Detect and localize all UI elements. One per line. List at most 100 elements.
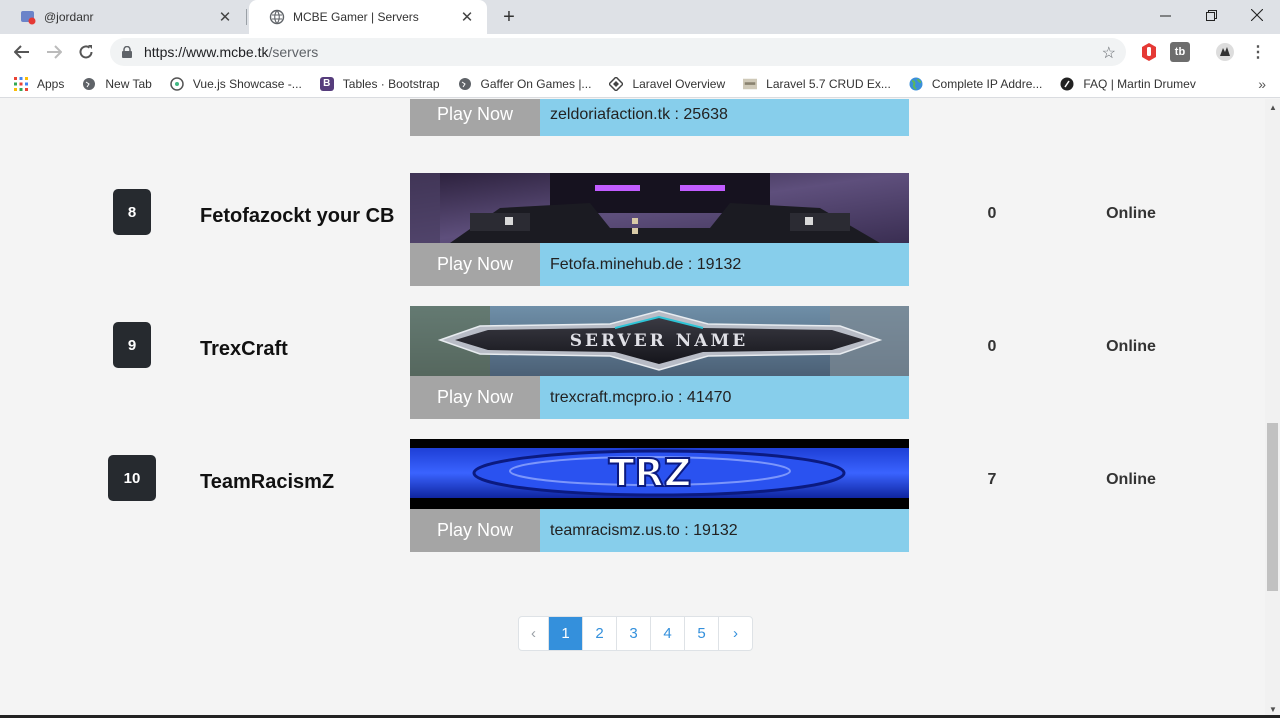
page-content: Play Now zeldoriafaction.tk : 25638 8 Fe… xyxy=(0,99,1265,718)
server-name[interactable]: TeamRacismZ xyxy=(200,471,334,494)
server-banner-block: SERVER NAME Play Now trexcraft.mcpro.io … xyxy=(410,306,909,419)
pagination-page-4[interactable]: 4 xyxy=(650,617,684,650)
globe-icon xyxy=(82,77,96,91)
vue-icon xyxy=(170,76,184,91)
page-scrollbar[interactable]: ▲ ▼ xyxy=(1265,99,1280,718)
earth-icon xyxy=(909,77,923,91)
pagination-prev[interactable]: ‹ xyxy=(519,617,548,650)
tab-close-icon[interactable]: ✕ xyxy=(459,9,475,26)
server-row: Play Now zeldoriafaction.tk : 25638 xyxy=(0,99,1265,136)
tab-title: @jordanr xyxy=(44,10,94,24)
bookmark-label: Laravel 5.7 CRUD Ex... xyxy=(766,76,891,91)
lock-icon xyxy=(122,46,134,58)
tb-extension-icon[interactable]: tb xyxy=(1170,42,1190,62)
close-window-icon[interactable] xyxy=(1234,0,1280,30)
globe-icon xyxy=(458,77,472,91)
server-ip: teamracismz.us.to : 19132 xyxy=(540,509,909,552)
stop-hand-extension-icon[interactable] xyxy=(1139,42,1159,62)
browser-toolbar: https://www.mcbe.tk/servers ☆ tb ⋮ xyxy=(0,34,1280,70)
server-status: Online xyxy=(1106,338,1156,355)
tab-separator xyxy=(246,9,247,25)
play-now-button[interactable]: Play Now xyxy=(410,376,540,419)
reload-icon[interactable] xyxy=(72,38,100,66)
bookmark-faq-martin[interactable]: FAQ | Martin Drumev xyxy=(1060,76,1196,91)
server-status: Online xyxy=(1106,205,1156,222)
new-tab-plus-icon[interactable]: + xyxy=(497,5,521,29)
scroll-down-arrow-icon[interactable]: ▼ xyxy=(1269,705,1277,714)
bookmark-vue-showcase[interactable]: Vue.js Showcase -... xyxy=(170,77,302,91)
bookmark-label: New Tab xyxy=(105,76,152,91)
bookmarks-overflow-chevron-icon[interactable]: » xyxy=(1258,76,1266,92)
pagination-next[interactable]: › xyxy=(718,617,752,650)
server-ip: trexcraft.mcpro.io : 41470 xyxy=(540,376,909,419)
menu-kebab-icon[interactable]: ⋮ xyxy=(1248,42,1268,62)
back-arrow-icon[interactable] xyxy=(8,38,36,66)
player-count: 7 xyxy=(987,471,997,488)
pagination-page-2[interactable]: 2 xyxy=(582,617,616,650)
player-count: 0 xyxy=(987,338,997,355)
bookmark-label: Gaffer On Games |... xyxy=(480,76,592,91)
record-favicon-icon xyxy=(20,9,36,25)
bookmark-gaffer-on-games[interactable]: Gaffer On Games |... xyxy=(458,76,592,91)
server-row: 9 TrexCraft SERVER NAME Play Now trexcra… xyxy=(0,306,1265,419)
play-row: Play Now teamracismz.us.to : 19132 xyxy=(410,509,909,552)
play-now-button[interactable]: Play Now xyxy=(410,99,540,136)
laravel-icon xyxy=(609,76,624,91)
bookmark-label: Apps xyxy=(37,76,65,91)
play-now-button[interactable]: Play Now xyxy=(410,509,540,552)
server-banner-block: Play Now zeldoriafaction.tk : 25638 xyxy=(410,99,909,136)
pagination-page-3[interactable]: 3 xyxy=(616,617,650,650)
minimize-icon[interactable] xyxy=(1142,0,1188,30)
server-row: 10 TeamRacismZ TRZ Play Now teamracismz.… xyxy=(0,439,1265,552)
bootstrap-icon: B xyxy=(319,76,334,91)
server-banner-image[interactable]: TRZ xyxy=(410,439,909,509)
tab-mcbe-servers[interactable]: MCBE Gamer | Servers ✕ xyxy=(249,0,487,34)
server-banner-image[interactable] xyxy=(410,173,909,243)
play-row: Play Now trexcraft.mcpro.io : 41470 xyxy=(410,376,909,419)
forward-arrow-icon[interactable] xyxy=(40,38,68,66)
server-banner-image[interactable]: SERVER NAME xyxy=(410,306,909,376)
site-icon xyxy=(1060,77,1074,91)
pagination: ‹ 1 2 3 4 5 › xyxy=(518,616,753,651)
apps-grid-icon xyxy=(14,76,28,91)
play-now-button[interactable]: Play Now xyxy=(410,243,540,286)
bookmark-label: Tables · Bootstrap xyxy=(342,76,440,91)
bookmark-new-tab[interactable]: New Tab xyxy=(82,76,152,91)
tab-jordanr[interactable]: @jordanr ✕ xyxy=(0,0,245,34)
tab-close-icon[interactable]: ✕ xyxy=(217,9,233,26)
scroll-up-arrow-icon[interactable]: ▲ xyxy=(1269,103,1277,112)
rank-badge: 10 xyxy=(108,455,156,501)
tab-strip: @jordanr ✕ MCBE Gamer | Servers ✕ + xyxy=(0,0,1280,34)
rank-badge: 9 xyxy=(113,322,151,368)
bookmark-label: Complete IP Addre... xyxy=(931,76,1043,91)
server-ip: Fetofa.minehub.de : 19132 xyxy=(540,243,909,286)
banner-text: SERVER NAME xyxy=(570,331,748,351)
server-name[interactable]: Fetofazockt your CB xyxy=(200,205,394,228)
url-host: https://www.mcbe.tk xyxy=(144,44,269,60)
bookmark-label: Laravel Overview xyxy=(632,76,726,91)
bookmark-laravel-crud[interactable]: Laravel 5.7 CRUD Ex... xyxy=(743,77,891,91)
banner-text: TRZ xyxy=(609,451,692,495)
bookmark-label: Vue.js Showcase -... xyxy=(192,76,302,91)
pagination-page-5[interactable]: 5 xyxy=(684,617,718,650)
bookmark-apps[interactable]: Apps xyxy=(14,76,65,91)
bookmark-label: FAQ | Martin Drumev xyxy=(1083,76,1196,91)
profile-avatar-icon[interactable] xyxy=(1215,42,1235,62)
site-icon xyxy=(743,77,758,91)
server-banner-block: TRZ Play Now teamracismz.us.to : 19132 xyxy=(410,439,909,552)
bookmark-complete-ip[interactable]: Complete IP Addre... xyxy=(909,76,1043,91)
bookmark-star-icon[interactable]: ☆ xyxy=(1102,43,1116,63)
pagination-page-1[interactable]: 1 xyxy=(548,617,582,650)
globe-favicon-icon xyxy=(269,9,285,25)
restore-icon[interactable] xyxy=(1188,0,1234,30)
play-row: Play Now zeldoriafaction.tk : 25638 xyxy=(410,99,909,136)
url-path: /servers xyxy=(268,44,319,60)
scrollbar-thumb[interactable] xyxy=(1267,423,1278,591)
server-name[interactable]: TrexCraft xyxy=(200,338,288,361)
bookmark-bootstrap-tables[interactable]: B Tables · Bootstrap xyxy=(319,76,440,91)
address-bar[interactable]: https://www.mcbe.tk/servers ☆ xyxy=(110,38,1126,66)
server-banner-block: Play Now Fetofa.minehub.de : 19132 xyxy=(410,173,909,286)
rank-badge: 8 xyxy=(113,189,151,235)
bookmark-laravel-overview[interactable]: Laravel Overview xyxy=(609,76,726,91)
play-row: Play Now Fetofa.minehub.de : 19132 xyxy=(410,243,909,286)
